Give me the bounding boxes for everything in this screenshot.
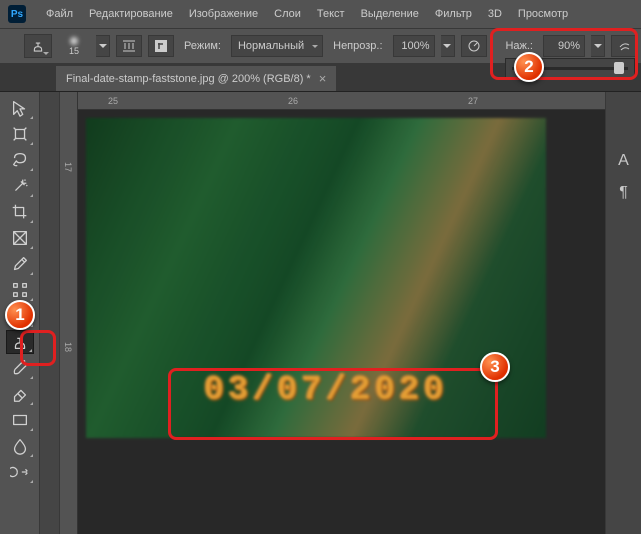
gradient-tool[interactable] bbox=[6, 408, 34, 432]
character-panel-icon[interactable]: A bbox=[613, 152, 635, 170]
menu-изображение[interactable]: Изображение bbox=[181, 4, 266, 24]
flow-value: 90% bbox=[558, 40, 580, 52]
opacity-input[interactable]: 100% bbox=[393, 35, 435, 57]
clone-stamp-tool[interactable] bbox=[6, 330, 34, 354]
move-tool[interactable] bbox=[6, 96, 34, 120]
frame-tool[interactable] bbox=[6, 226, 34, 250]
menu-текст[interactable]: Текст bbox=[309, 4, 353, 24]
magic-wand-tool[interactable] bbox=[6, 174, 34, 198]
blur-tool[interactable] bbox=[6, 434, 34, 458]
eyedropper-tool[interactable] bbox=[6, 252, 34, 276]
tool-preset-picker[interactable] bbox=[24, 34, 52, 58]
annotation-badge: 3 bbox=[480, 352, 510, 382]
brush-dropdown-icon[interactable] bbox=[96, 35, 110, 57]
workspace: 25 26 27 17 18 03/07/2020 A ¶ bbox=[0, 92, 641, 534]
ruler-tick: 18 bbox=[63, 342, 73, 352]
clone-source-button[interactable] bbox=[148, 35, 174, 57]
document-tab[interactable]: Final-date-stamp-faststone.jpg @ 200% (R… bbox=[56, 65, 336, 91]
opacity-dropdown-icon[interactable] bbox=[441, 35, 455, 57]
eraser-tool[interactable] bbox=[6, 382, 34, 406]
photoshop-logo-icon: Ps bbox=[8, 5, 26, 23]
ruler-tick: 25 bbox=[108, 96, 118, 106]
menu-выделение[interactable]: Выделение bbox=[353, 4, 427, 24]
slider-thumb[interactable] bbox=[614, 62, 624, 74]
lasso-tool[interactable] bbox=[6, 148, 34, 172]
brush-panel-button[interactable] bbox=[116, 35, 142, 57]
menu-просмотр[interactable]: Просмотр bbox=[510, 4, 576, 24]
menu-редактирование[interactable]: Редактирование bbox=[81, 4, 181, 24]
blend-mode-select[interactable]: Нормальный bbox=[231, 35, 323, 57]
brush-size-label: 15 bbox=[69, 46, 79, 56]
ruler-tick: 17 bbox=[63, 162, 73, 172]
right-panel-dock: A ¶ bbox=[605, 92, 641, 534]
crop-tool[interactable] bbox=[6, 200, 34, 224]
vertical-ruler: 17 18 bbox=[60, 92, 78, 534]
airbrush-button[interactable] bbox=[611, 35, 637, 57]
collapsed-panel[interactable] bbox=[40, 92, 60, 534]
date-stamp-text: 03/07/2020 bbox=[204, 372, 448, 410]
menu-bar: Ps ФайлРедактированиеИзображениеСлоиТекс… bbox=[0, 0, 641, 28]
menu-слои[interactable]: Слои bbox=[266, 4, 309, 24]
history-brush-tool[interactable] bbox=[6, 356, 34, 380]
close-icon[interactable]: × bbox=[319, 71, 327, 86]
canvas-area: 25 26 27 17 18 03/07/2020 bbox=[60, 92, 605, 534]
paragraph-panel-icon[interactable]: ¶ bbox=[613, 184, 635, 202]
pressure-opacity-button[interactable] bbox=[461, 35, 487, 57]
annotation-badge: 1 bbox=[5, 300, 35, 330]
flow-dropdown-icon[interactable] bbox=[591, 35, 605, 57]
flow-label: Наж.: bbox=[501, 40, 537, 52]
dodge-tool[interactable] bbox=[6, 460, 34, 484]
menu-3d[interactable]: 3D bbox=[480, 4, 510, 24]
opacity-value: 100% bbox=[401, 40, 429, 52]
blend-mode-value: Нормальный bbox=[238, 40, 304, 52]
opacity-label: Непрозр.: bbox=[329, 40, 386, 52]
flow-input[interactable]: 90% bbox=[543, 35, 585, 57]
mode-label: Режим: bbox=[180, 40, 225, 52]
document-canvas[interactable]: 03/07/2020 bbox=[86, 118, 546, 438]
artboard-tool[interactable] bbox=[6, 122, 34, 146]
ruler-tick: 27 bbox=[468, 96, 478, 106]
brush-preset-picker[interactable]: 15 bbox=[58, 31, 90, 61]
ruler-tick: 26 bbox=[288, 96, 298, 106]
menu-фильтр[interactable]: Фильтр bbox=[427, 4, 480, 24]
menu-файл[interactable]: Файл bbox=[38, 4, 81, 24]
healing-brush-tool[interactable] bbox=[6, 278, 34, 302]
horizontal-ruler: 25 26 27 bbox=[78, 92, 605, 110]
annotation-badge: 2 bbox=[514, 52, 544, 82]
document-tab-title: Final-date-stamp-faststone.jpg @ 200% (R… bbox=[66, 73, 311, 85]
